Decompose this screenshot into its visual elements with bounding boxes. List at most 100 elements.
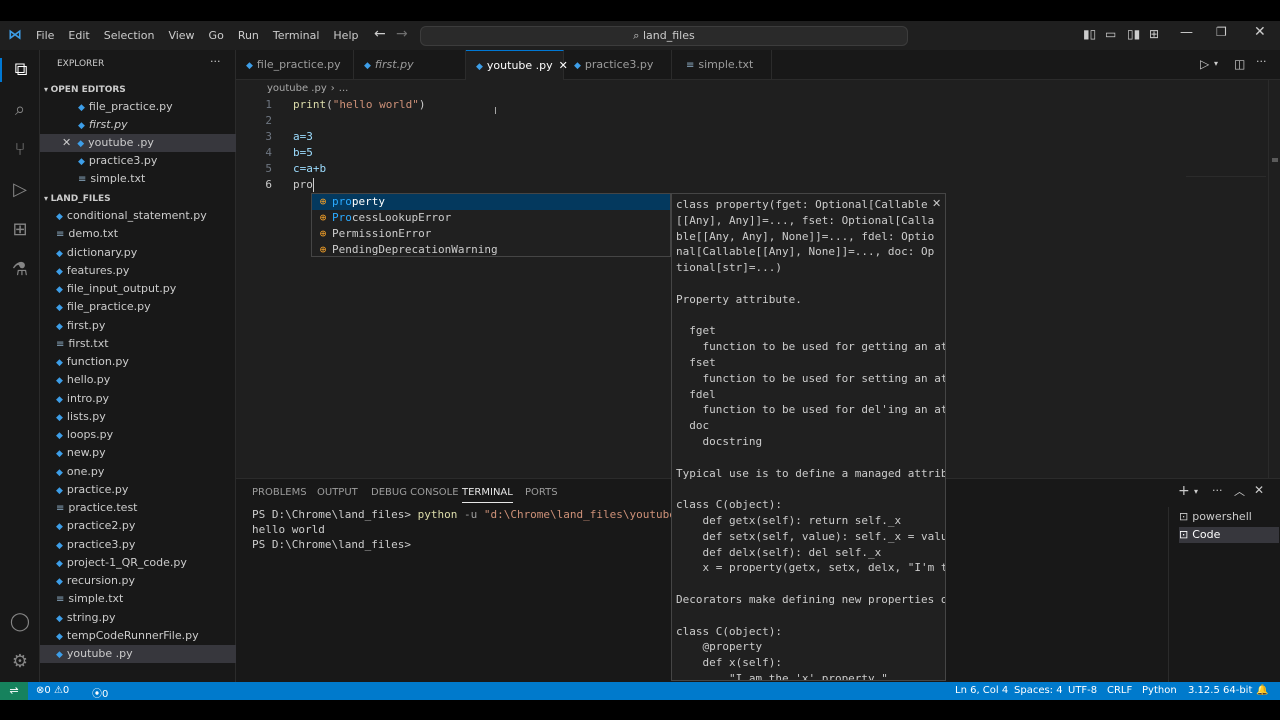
tab-youtube[interactable]: ◆ youtube .py ✕ (466, 50, 568, 80)
extensions-icon[interactable]: ⊞ (8, 218, 32, 242)
tab-file-practice[interactable]: ◆ file_practice.py (236, 50, 354, 80)
new-terminal-icon[interactable]: + (1178, 483, 1190, 499)
file-item[interactable]: ◆ conditional_statement.py (40, 207, 236, 225)
suggestion-item[interactable]: ⊕ PermissionError (312, 226, 670, 242)
open-editor-item-active[interactable]: ✕ ◆ youtube .py (40, 134, 236, 152)
file-item[interactable]: ◆ tempCodeRunnerFile.py (40, 627, 236, 645)
file-item[interactable]: ◆ new.py (40, 444, 236, 462)
run-debug-icon[interactable]: ▷ (8, 178, 32, 202)
open-editors-header[interactable]: ▾ OPEN EDITORS (40, 80, 236, 98)
maximize-icon[interactable]: ❐ (1216, 25, 1227, 39)
breadcrumb-symbol[interactable]: ... (339, 83, 349, 94)
menu-edit[interactable]: Edit (68, 29, 89, 42)
folder-header[interactable]: ▾ LAND_FILES (40, 189, 236, 207)
forward-arrow-icon[interactable]: → (396, 26, 408, 42)
toggle-panel-icon[interactable]: ▭ (1105, 27, 1116, 41)
split-editor-icon[interactable]: ◫ (1234, 57, 1245, 71)
breadcrumb-file[interactable]: youtube .py (267, 83, 327, 94)
tab-ports[interactable]: PORTS (525, 487, 558, 498)
encoding[interactable]: UTF-8 (1068, 685, 1097, 696)
file-item[interactable]: ◆ string.py (40, 609, 236, 627)
suggestion-item[interactable]: ⊕ property (312, 194, 670, 210)
file-item[interactable]: ◆ features.py (40, 262, 236, 280)
file-item[interactable]: ◆ practice.py (40, 481, 236, 499)
tab-practice3[interactable]: ◆ practice3.py (564, 50, 672, 80)
file-item[interactable]: ◆ recursion.py (40, 572, 236, 590)
close-icon[interactable]: ✕ (62, 136, 71, 149)
file-item[interactable]: ◆ practice2.py (40, 517, 236, 535)
toggle-sidebar-icon[interactable]: ▮▯ (1083, 27, 1096, 41)
tab-terminal[interactable]: TERMINAL (462, 487, 513, 503)
file-item[interactable]: ≡ simple.txt (40, 590, 236, 608)
remote-indicator-icon[interactable]: ⇌ (0, 682, 28, 700)
code-line[interactable]: a=3 (293, 130, 313, 143)
line-endings[interactable]: CRLF (1107, 685, 1132, 696)
menu-view[interactable]: View (168, 29, 194, 42)
menu-go[interactable]: Go (209, 29, 224, 42)
chevron-down-icon[interactable]: ▾ (1214, 59, 1218, 68)
close-details-icon[interactable]: ✕ (932, 197, 941, 210)
search-view-icon[interactable]: ⌕ (8, 98, 32, 122)
run-icon[interactable]: ▷ (1200, 57, 1209, 71)
suggestion-item[interactable]: ⊕ PendingDeprecationWarning (312, 242, 670, 258)
command-center[interactable]: ⌕ land_files (420, 26, 908, 46)
menu-selection[interactable]: Selection (104, 29, 155, 42)
tab-simple[interactable]: ≡ simple.txt (672, 50, 772, 80)
code-line[interactable]: print("hello world") (293, 98, 425, 111)
editor-scrollbar[interactable] (1268, 80, 1280, 478)
file-item[interactable]: ◆ file_input_output.py (40, 280, 236, 298)
open-editor-item[interactable]: ◆ practice3.py (40, 152, 236, 170)
terminal-item-powershell[interactable]: ⊡ powershell (1179, 509, 1279, 525)
problems-indicator[interactable]: ⊗0 ⚠0 (36, 685, 69, 696)
tab-output[interactable]: OUTPUT (317, 487, 358, 498)
customize-layout-icon[interactable]: ⊞ (1149, 27, 1159, 41)
file-item[interactable]: ≡ first.txt (40, 335, 236, 353)
open-editor-item[interactable]: ◆ first.py (40, 116, 236, 134)
menu-terminal[interactable]: Terminal (273, 29, 320, 42)
minimize-icon[interactable]: — (1180, 25, 1193, 40)
notifications-bell-icon[interactable]: 🔔 (1256, 685, 1268, 696)
file-item[interactable]: ◆ practice3.py (40, 536, 236, 554)
file-item[interactable]: ◆ lists.py (40, 408, 236, 426)
language-mode[interactable]: Python (1142, 685, 1177, 696)
file-item[interactable]: ◆ youtube .py (40, 645, 236, 663)
ports-indicator[interactable]: ⦿0 (92, 685, 108, 700)
tab-first[interactable]: ◆ first.py (354, 50, 466, 80)
file-item[interactable]: ◆ dictionary.py (40, 244, 236, 262)
file-item[interactable]: ◆ function.py (40, 353, 236, 371)
tab-debug-console[interactable]: DEBUG CONSOLE (371, 487, 459, 498)
source-control-icon[interactable]: ⑂ (8, 138, 32, 162)
code-line[interactable]: b=5 (293, 146, 313, 159)
testing-icon[interactable]: ⚗ (8, 258, 32, 282)
file-item[interactable]: ◆ intro.py (40, 390, 236, 408)
back-arrow-icon[interactable]: ← (374, 26, 386, 42)
cursor-position[interactable]: Ln 6, Col 4 (955, 685, 1008, 696)
tab-problems[interactable]: PROBLEMS (252, 487, 307, 498)
file-item[interactable]: ◆ hello.py (40, 371, 236, 389)
terminal-item-code[interactable]: ⊡ Code (1179, 527, 1279, 543)
menu-help[interactable]: Help (333, 29, 358, 42)
open-editor-item[interactable]: ≡ simple.txt (40, 170, 236, 188)
file-item[interactable]: ◆ one.py (40, 463, 236, 481)
menu-run[interactable]: Run (238, 29, 259, 42)
close-panel-icon[interactable]: ✕ (1254, 483, 1264, 497)
open-editor-item[interactable]: ◆ file_practice.py (40, 98, 236, 116)
file-item[interactable]: ≡ demo.txt (40, 225, 236, 243)
toggle-secondary-sidebar-icon[interactable]: ▯▮ (1127, 27, 1140, 41)
suggestion-item[interactable]: ⊕ ProcessLookupError (312, 210, 670, 226)
account-icon[interactable]: ◯ (8, 610, 32, 634)
explorer-icon[interactable]: ⧉ (0, 58, 40, 82)
code-line[interactable]: c=a+b (293, 162, 326, 175)
more-actions-icon[interactable]: ··· (1212, 484, 1223, 497)
scrollbar-thumb[interactable] (1272, 158, 1278, 162)
file-item[interactable]: ◆ first.py (40, 317, 236, 335)
menu-file[interactable]: File (36, 29, 54, 42)
file-item[interactable]: ◆ file_practice.py (40, 298, 236, 316)
file-item[interactable]: ◆ project-1_QR_code.py (40, 554, 236, 572)
file-item[interactable]: ≡ practice.test (40, 499, 236, 517)
code-line[interactable]: pro (293, 178, 313, 191)
maximize-panel-icon[interactable]: ︿ (1234, 483, 1245, 499)
more-actions-icon[interactable]: ··· (210, 55, 221, 68)
settings-gear-icon[interactable]: ⚙ (8, 650, 32, 674)
file-item[interactable]: ◆ loops.py (40, 426, 236, 444)
